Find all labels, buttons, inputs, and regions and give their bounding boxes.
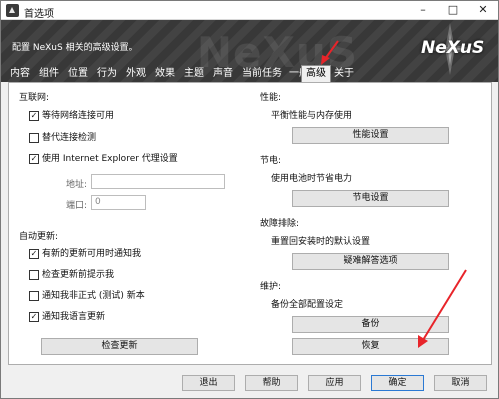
tab-behavior[interactable]: 行为	[94, 67, 120, 82]
exit-button[interactable]: 退出	[182, 375, 235, 391]
checkbox-label: 有新的更新可用时通知我	[42, 249, 142, 259]
tab-appearance[interactable]: 外观	[123, 67, 149, 82]
checkbox-label: 替代连接检测	[42, 133, 97, 143]
tab-about[interactable]: 关于	[333, 67, 355, 82]
close-button[interactable]: ✕	[468, 1, 498, 20]
tab-current-tasks[interactable]: 当前任务	[239, 67, 285, 82]
tab-effects[interactable]: 效果	[152, 67, 178, 82]
auto-update-group-label: 自动更新:	[19, 232, 59, 242]
checkbox-label: 通知我语言更新	[42, 312, 106, 322]
tab-content[interactable]: 内容	[7, 67, 33, 82]
internet-group-label: 互联网:	[19, 93, 50, 103]
app-icon	[6, 4, 19, 17]
title-bar: 首选项 – □ ✕	[1, 1, 498, 20]
checkbox-box[interactable]: ✓	[29, 154, 39, 164]
apply-button[interactable]: 应用	[308, 375, 361, 391]
troubleshoot-options-button[interactable]: 疑难解答选项	[292, 253, 449, 270]
backup-button[interactable]: 备份	[292, 316, 449, 333]
checkbox-label: 等待网络连接可用	[42, 111, 115, 121]
minimize-button[interactable]: –	[408, 1, 438, 20]
checkbox-box[interactable]	[29, 291, 39, 301]
maintenance-text: 备份全部配置设定	[271, 300, 344, 310]
checkbox-box[interactable]: ✓	[29, 111, 39, 121]
checkbox-label: 通知我非正式 (测试) 新本	[42, 291, 145, 301]
checkbox-box[interactable]	[29, 133, 39, 143]
performance-settings-button[interactable]: 性能设置	[292, 127, 449, 144]
nexus-logo-text: NeXuS	[421, 38, 485, 58]
tab-themes[interactable]: 主题	[181, 67, 207, 82]
ok-button[interactable]: 确定	[371, 375, 424, 391]
maximize-button[interactable]: □	[438, 1, 468, 20]
port-input[interactable]: 0	[91, 195, 146, 210]
checkbox-box[interactable]	[29, 270, 39, 280]
preferences-window: 首选项 – □ ✕ NeXuS 配置 NeXuS 相关的高级设置。 NeXuS …	[0, 0, 499, 399]
maintenance-group-label: 维护:	[260, 282, 282, 292]
check-updates-button[interactable]: 检查更新	[41, 338, 198, 355]
power-settings-button[interactable]: 节电设置	[292, 190, 449, 207]
checkbox-label: 使用 Internet Explorer 代理设置	[42, 154, 178, 164]
troubleshoot-group-label: 故障排除:	[260, 219, 300, 229]
address-input[interactable]	[91, 174, 225, 189]
power-text: 使用电池时节省电力	[271, 174, 353, 184]
tab-advanced[interactable]: 高级	[301, 65, 331, 83]
troubleshoot-text: 重置回安装时的默认设置	[271, 237, 371, 247]
performance-group-label: 性能:	[260, 93, 282, 103]
advanced-panel: 互联网: ✓ 等待网络连接可用 替代连接检测 ✓ 使用 Internet Exp…	[8, 82, 492, 365]
restore-button[interactable]: 恢复	[292, 338, 449, 355]
checkbox-box[interactable]: ✓	[29, 249, 39, 259]
performance-text: 平衡性能与内存使用	[271, 111, 353, 121]
help-button[interactable]: 帮助	[245, 375, 298, 391]
cancel-button[interactable]: 取消	[434, 375, 487, 391]
window-title: 首选项	[24, 9, 54, 20]
checkbox-label: 检查更新前提示我	[42, 270, 115, 280]
tab-sounds[interactable]: 声音	[210, 67, 236, 82]
tab-components[interactable]: 组件	[36, 67, 62, 82]
address-label: 地址:	[66, 180, 88, 190]
power-group-label: 节电:	[260, 156, 282, 166]
header-description: 配置 NeXuS 相关的高级设置。	[12, 43, 138, 53]
checkbox-box[interactable]: ✓	[29, 312, 39, 322]
port-label: 端口:	[66, 201, 88, 211]
tab-position[interactable]: 位置	[65, 67, 91, 82]
